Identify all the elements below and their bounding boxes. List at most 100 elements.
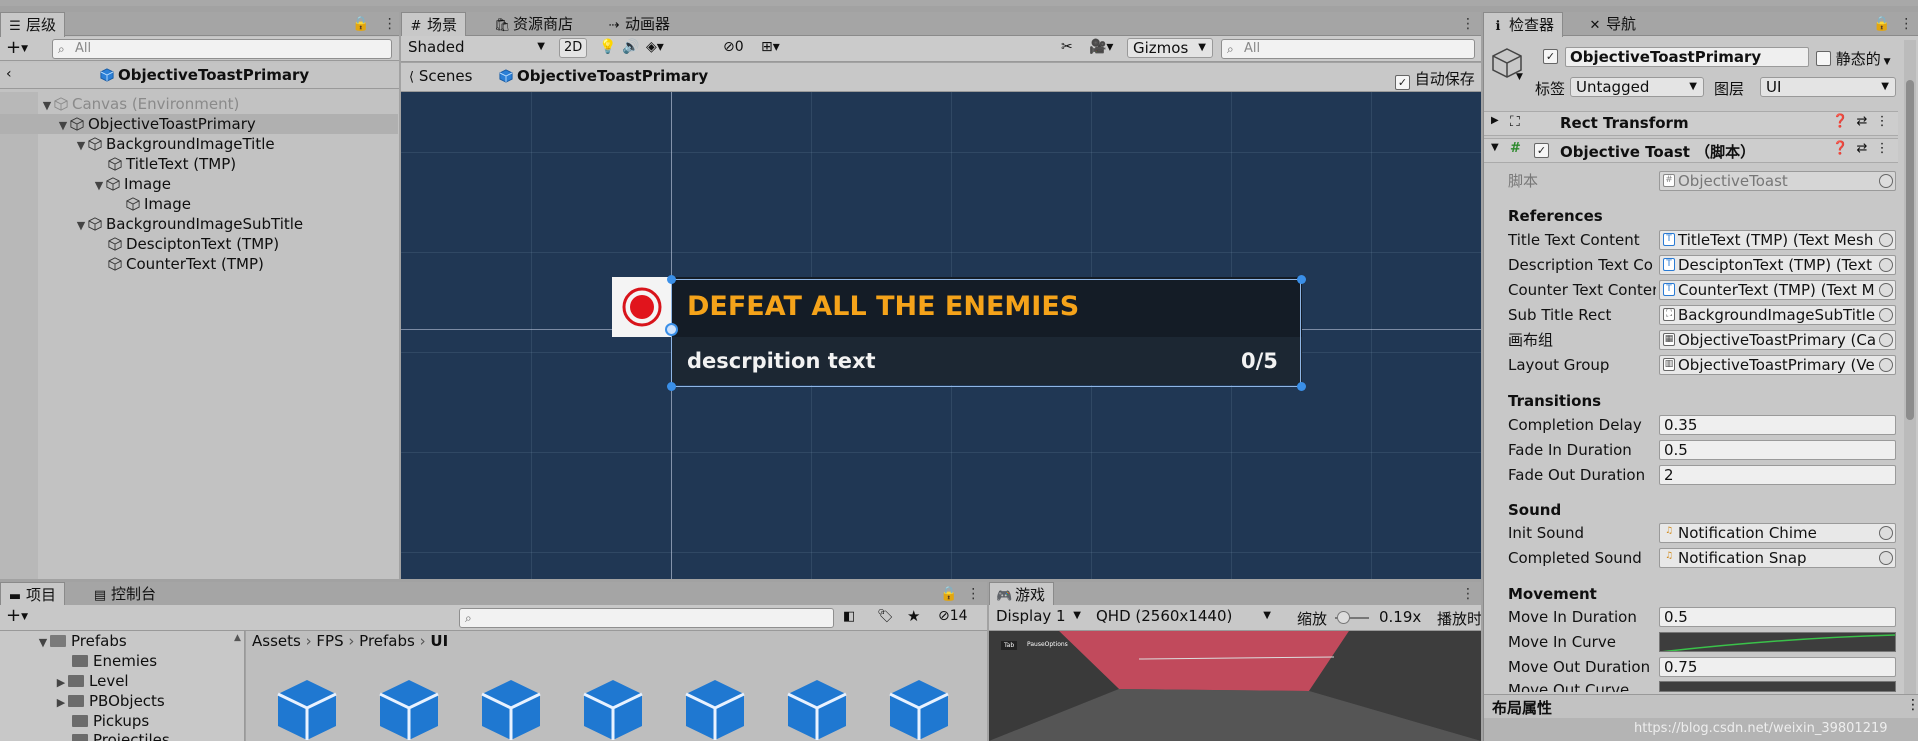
chevron-down-icon[interactable]: ▼ <box>74 216 88 236</box>
autosave-toggle[interactable]: ✓ 自动保存 <box>1395 68 1475 90</box>
tab-asset-store[interactable]: 🛍 资源商店 <box>488 12 581 36</box>
object-picker-icon[interactable] <box>1879 308 1893 322</box>
play-mode-label[interactable]: 播放时 <box>1437 608 1481 629</box>
inspector-tab-menu[interactable]: 🔒 ⋮ <box>1873 12 1913 36</box>
object-picker-icon[interactable] <box>1879 551 1893 565</box>
object-picker-icon[interactable] <box>1879 233 1893 247</box>
chevron-down-icon[interactable]: ▼ <box>92 176 106 196</box>
breadcrumb-scenes[interactable]: ⟨ Scenes <box>409 67 472 85</box>
prefab-asset-icon[interactable] <box>682 676 748 741</box>
chevron-down-icon[interactable]: ▼ <box>36 633 50 653</box>
hier-row-objectivetoastprimary[interactable]: ▼ ObjectiveToastPrimary <box>0 114 398 134</box>
scene-search-input[interactable]: ⌕ All <box>1221 39 1475 59</box>
chevron-right-icon[interactable]: ▶ <box>54 693 68 713</box>
hidden-objects-icon[interactable]: ⊘0 <box>723 39 744 55</box>
tree-item-level[interactable]: ▶ Level <box>54 671 129 691</box>
tab-console[interactable]: ▤ 控制台 <box>86 582 164 606</box>
checkbox[interactable]: ✓ <box>1395 75 1410 90</box>
prefab-asset-icon[interactable] <box>274 676 340 741</box>
chevron-right-icon[interactable]: ▶ <box>1491 115 1499 126</box>
prefab-asset-icon[interactable] <box>784 676 850 741</box>
tree-item-pbobjects[interactable]: ▶ PBObjects <box>54 691 165 711</box>
scrollbar-thumb[interactable] <box>1906 80 1914 420</box>
objective-toast-header[interactable]: ▼ # ✓ Objective Toast （脚本） ❓ ⇄ ⋮ <box>1484 138 1898 163</box>
ref-field-3[interactable]: ⛶ BackgroundImageSubTitle <box>1659 305 1896 325</box>
move-out-duration-input[interactable]: 0.75 <box>1659 657 1896 677</box>
hier-row-image[interactable]: ▼ Image <box>0 174 398 194</box>
scale-slider-thumb[interactable] <box>1337 611 1350 624</box>
chevron-down-icon[interactable]: ▼ <box>74 136 88 156</box>
chevron-right-icon[interactable]: ▶ <box>54 673 68 693</box>
breadcrumb-prefabs[interactable]: Prefabs <box>359 632 415 650</box>
init-sound-field[interactable]: ♫ Notification Chime <box>1659 523 1896 543</box>
add-button[interactable]: +▼ <box>6 37 28 60</box>
tab-project[interactable]: ▬ 项目 <box>0 582 66 607</box>
component-actions[interactable]: ❓ ⇄ ⋮ <box>1832 141 1889 156</box>
game-tab-menu[interactable]: ⋮ <box>1461 582 1475 606</box>
chevron-down-icon[interactable]: ▼ <box>40 96 54 116</box>
selection-rect[interactable] <box>671 279 1301 387</box>
component-enabled-checkbox[interactable]: ✓ <box>1534 143 1549 158</box>
move-in-curve-field[interactable] <box>1659 632 1896 652</box>
hier-row-backgroundimagesubtitle[interactable]: ▼ BackgroundImageSubTitle <box>0 214 398 234</box>
back-arrow-icon[interactable]: ‹ <box>6 66 12 82</box>
fade-in-duration-input[interactable]: 0.5 <box>1659 440 1896 460</box>
add-asset-button[interactable]: +▼ <box>6 605 28 628</box>
hierarchy-tab-menu[interactable]: 🔒 ⋮ <box>352 12 397 36</box>
handle-br[interactable] <box>1297 382 1306 391</box>
ref-field-2[interactable]: T CounterText (TMP) (Text M <box>1659 280 1896 300</box>
shading-dropdown[interactable]: Shaded ▼ <box>403 38 551 58</box>
gizmos-dropdown[interactable]: Gizmos ▼ <box>1127 38 1213 58</box>
breadcrumb-fps[interactable]: FPS <box>316 632 343 650</box>
display-dropdown[interactable]: Display 1 ▼ <box>991 607 1087 627</box>
favorite-star-icon[interactable]: ★ <box>907 607 920 625</box>
handle-tr[interactable] <box>1297 275 1306 284</box>
breadcrumb-ui[interactable]: UI <box>430 632 448 650</box>
resolution-dropdown[interactable]: QHD (2560x1440) ▼ <box>1091 607 1277 627</box>
tab-inspector[interactable]: ℹ 检查器 <box>1483 12 1564 37</box>
active-checkbox[interactable]: ✓ <box>1543 49 1558 64</box>
tab-animator[interactable]: ⇢ 动画器 <box>600 12 678 36</box>
completion-delay-input[interactable]: 0.35 <box>1659 415 1896 435</box>
hier-row-descriptiontext[interactable]: DesciptonText (TMP) <box>0 234 398 254</box>
ref-field-0[interactable]: T TitleText (TMP) (Text Mesh <box>1659 230 1896 250</box>
hidden-packages-icon[interactable]: ⊘14 <box>938 608 968 624</box>
completed-sound-field[interactable]: ♫ Notification Snap <box>1659 548 1896 568</box>
chevron-down-icon[interactable]: ▼ <box>1516 72 1523 82</box>
tab-game[interactable]: 🎮 游戏 <box>989 582 1055 607</box>
object-picker-icon[interactable] <box>1879 526 1893 540</box>
tree-item-projectiles[interactable]: Projectiles <box>72 730 170 741</box>
move-in-duration-input[interactable]: 0.5 <box>1659 607 1896 627</box>
object-picker-icon[interactable] <box>1879 358 1893 372</box>
hier-row-image-child[interactable]: Image <box>0 194 398 214</box>
breadcrumb-assets[interactable]: Assets <box>252 632 301 650</box>
ref-field-1[interactable]: T DesciptonText (TMP) (Text <box>1659 255 1896 275</box>
tree-item-prefabs[interactable]: ▼ Prefabs <box>36 631 127 651</box>
lighting-icon[interactable]: 💡 <box>599 39 616 55</box>
tab-navigation[interactable]: ✕ 导航 <box>1581 12 1644 36</box>
prefab-asset-icon[interactable] <box>886 676 952 741</box>
handle-tl[interactable] <box>667 275 676 284</box>
prefab-asset-icon[interactable] <box>376 676 442 741</box>
inspector-scrollbar[interactable] <box>1904 40 1916 694</box>
pivot-handle[interactable] <box>665 323 678 336</box>
object-picker-icon[interactable] <box>1879 283 1893 297</box>
rect-transform-header[interactable]: ▶ ⛶ Rect Transform ❓ ⇄ ⋮ <box>1484 111 1898 136</box>
audio-icon[interactable]: 🔊 <box>622 39 639 55</box>
project-tab-menu[interactable]: 🔒 ⋮ <box>940 582 980 606</box>
prefab-asset-icon[interactable] <box>478 676 544 741</box>
static-toggle[interactable]: 静态的 ▼ <box>1816 48 1891 69</box>
fade-out-duration-input[interactable]: 2 <box>1659 465 1896 485</box>
game-view[interactable]: Tab PauseOptions <box>989 631 1481 741</box>
layout-properties-bar[interactable]: 布局属性 ⋮ <box>1484 694 1918 718</box>
camera-icon[interactable]: 🎥▾ <box>1089 39 1113 55</box>
layer-dropdown[interactable]: UI ▼ <box>1760 77 1896 97</box>
tools-icon[interactable]: ✂ <box>1061 39 1073 55</box>
component-actions[interactable]: ❓ ⇄ ⋮ <box>1832 114 1889 129</box>
hier-row-backgroundimagetitle[interactable]: ▼ BackgroundImageTitle <box>0 134 398 154</box>
tree-scrollbar[interactable]: ▲ <box>234 633 244 647</box>
object-picker-icon[interactable] <box>1879 333 1893 347</box>
more-icon[interactable]: ⋮ <box>1906 697 1918 713</box>
tag-dropdown[interactable]: Untagged ▼ <box>1570 77 1704 97</box>
checkbox[interactable] <box>1816 51 1831 66</box>
